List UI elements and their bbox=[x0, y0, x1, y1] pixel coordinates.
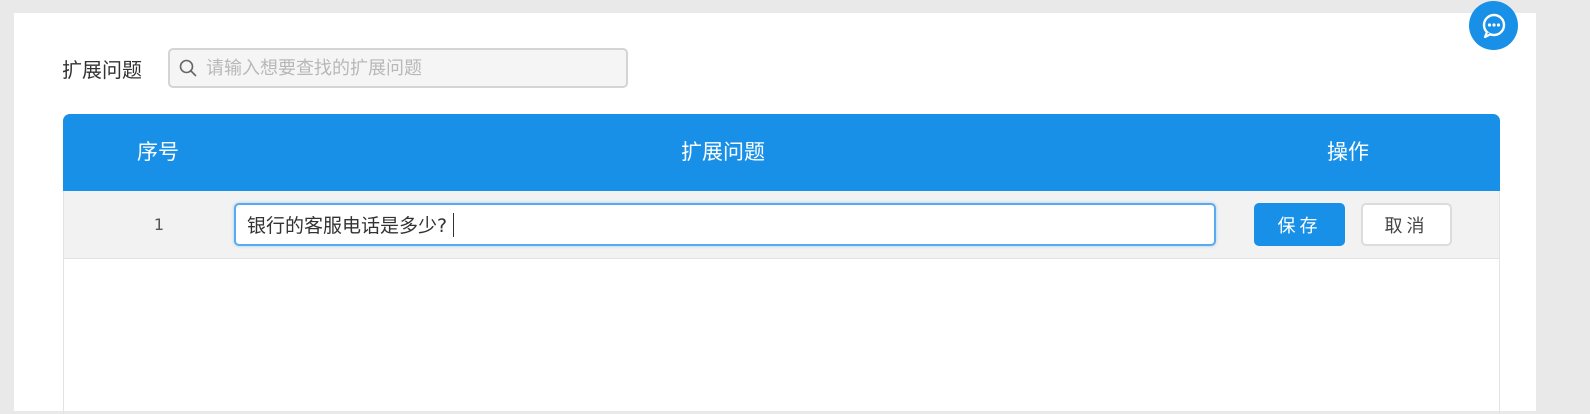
chat-bubble-icon bbox=[1482, 13, 1505, 38]
table-header: 序号 扩展问题 操作 bbox=[63, 114, 1500, 191]
column-header-actions: 操作 bbox=[1327, 140, 1369, 164]
column-header-index: 序号 bbox=[137, 140, 179, 164]
search-icon bbox=[170, 59, 206, 77]
column-header-question: 扩展问题 bbox=[681, 140, 765, 164]
text-caret bbox=[453, 212, 455, 237]
main-panel: 扩展问题 序号 扩展问题 操作 1 银行的客服电话是多少? bbox=[14, 1, 1536, 414]
extension-question-table: 序号 扩展问题 操作 1 银行的客服电话是多少? 保存 取消 bbox=[63, 114, 1500, 414]
search-box[interactable] bbox=[168, 48, 628, 88]
search-label: 扩展问题 bbox=[62, 57, 142, 82]
question-edit-value: 银行的客服电话是多少? bbox=[247, 215, 448, 237]
table-body: 1 银行的客服电话是多少? 保存 取消 bbox=[63, 191, 1500, 414]
cancel-button[interactable]: 取消 bbox=[1361, 203, 1452, 246]
save-button[interactable]: 保存 bbox=[1254, 203, 1345, 246]
chat-button[interactable] bbox=[1469, 1, 1518, 50]
question-edit-input[interactable]: 银行的客服电话是多少? bbox=[234, 203, 1216, 246]
search-row: 扩展问题 bbox=[62, 46, 628, 90]
row-index: 1 bbox=[153, 215, 165, 234]
table-row: 1 银行的客服电话是多少? 保存 取消 bbox=[64, 191, 1499, 259]
search-input[interactable] bbox=[206, 57, 606, 79]
